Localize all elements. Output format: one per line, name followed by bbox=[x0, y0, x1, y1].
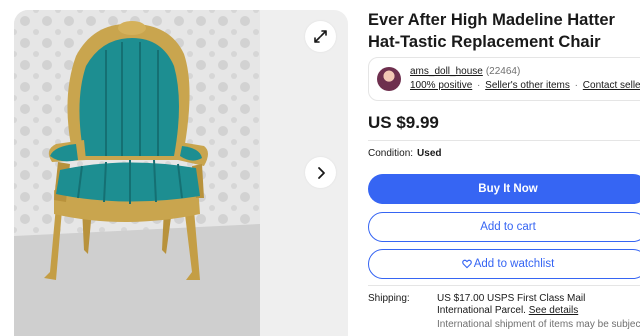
heart-icon bbox=[461, 259, 472, 269]
separator: · bbox=[574, 80, 579, 91]
seller-links: 100% positive · Seller's other items · C… bbox=[410, 80, 640, 91]
seller-avatar[interactable] bbox=[377, 67, 401, 91]
next-image-button[interactable] bbox=[305, 157, 336, 188]
buy-it-now-button[interactable]: Buy It Now bbox=[368, 174, 640, 204]
chevron-right-icon bbox=[317, 166, 325, 179]
condition-value: Used bbox=[417, 148, 442, 159]
product-photo[interactable] bbox=[14, 10, 260, 336]
condition-label: Condition: bbox=[368, 148, 414, 159]
item-price: US $9.99 bbox=[368, 113, 439, 132]
see-details-link[interactable]: See details bbox=[529, 305, 578, 316]
divider bbox=[368, 285, 640, 286]
seller-info: ams_doll_house (22464) bbox=[410, 66, 520, 77]
expand-button[interactable] bbox=[305, 21, 336, 52]
divider bbox=[368, 140, 640, 141]
shipping-note: International shipment of items may be s… bbox=[437, 319, 640, 330]
expand-icon bbox=[314, 30, 327, 43]
listing-title: Ever After High Madeline Hatter Hat-Tast… bbox=[368, 11, 615, 51]
condition-row: Condition: Used bbox=[368, 148, 441, 159]
feedback-count: (22464) bbox=[485, 66, 521, 77]
shipping-label: Shipping: bbox=[368, 293, 410, 304]
watchlist-label: Add to watchlist bbox=[473, 258, 555, 270]
add-to-watchlist-button[interactable]: Add to watchlist bbox=[368, 249, 640, 279]
contact-seller-link[interactable]: Contact seller bbox=[583, 80, 640, 91]
image-gallery bbox=[14, 10, 348, 336]
seller-other-items-link[interactable]: Seller's other items bbox=[485, 80, 570, 91]
separator: · bbox=[477, 80, 481, 91]
seller-card: ams_doll_house (22464) 100% positive · Se… bbox=[368, 57, 640, 101]
shipping-details: US $17.00 USPS First Class Mail Internat… bbox=[437, 293, 640, 317]
positive-feedback-link[interactable]: 100% positive bbox=[410, 80, 472, 91]
add-to-cart-button[interactable]: Add to cart bbox=[368, 212, 640, 242]
seller-name-link[interactable]: ams_doll_house bbox=[410, 66, 483, 77]
